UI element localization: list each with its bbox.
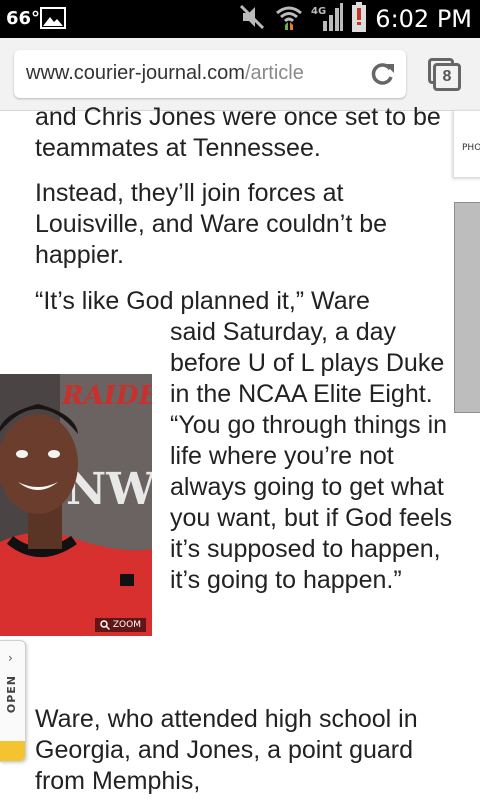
open-tab-label: OPEN	[5, 675, 18, 714]
player-photo[interactable]: RAIDE NWF ZOOM	[0, 374, 152, 636]
reload-icon[interactable]	[370, 61, 396, 87]
article-paragraph-2: Instead, they’ll join forces at Louisvil…	[35, 179, 388, 269]
backdrop-text: NWF	[66, 464, 152, 515]
open-tab-accent	[0, 741, 25, 761]
side-ad-panel[interactable]: PHO	[453, 110, 480, 178]
zoom-button[interactable]: ZOOM	[94, 618, 146, 632]
open-drawer-tab[interactable]: › OPEN	[0, 640, 26, 762]
side-ad-label: PHO	[462, 143, 480, 153]
tab-count: 8	[433, 63, 461, 91]
temperature-indicator: 66°	[6, 8, 41, 29]
wifi-icon	[275, 4, 303, 34]
zoom-label: ZOOM	[112, 620, 141, 630]
battery-icon	[351, 2, 367, 36]
article-paragraph-3-start: “It’s like God planned it,” Ware	[35, 287, 370, 315]
mute-icon	[239, 4, 267, 34]
tabs-button[interactable]: 8	[428, 58, 462, 92]
gallery-notification-icon	[40, 7, 66, 29]
address-bar[interactable]: www.courier-journal.com/article	[14, 50, 406, 98]
chevron-right-icon: ›	[8, 651, 13, 665]
article-paragraph-3-wrap: said Saturday, a day before U of L plays…	[170, 318, 453, 594]
jersey-text: RAIDE	[61, 381, 152, 411]
side-ad-block[interactable]	[454, 202, 480, 413]
browser-toolbar: www.courier-journal.com/article 8	[0, 38, 480, 111]
status-bar: 66° 4G 6:02 PM	[0, 0, 480, 38]
magnifier-icon	[100, 620, 110, 630]
article-paragraph-1: and Chris Jones were once set to be team…	[35, 103, 441, 162]
url-text[interactable]: www.courier-journal.com/article	[26, 62, 356, 88]
url-domain: www.courier-journal.com	[26, 62, 245, 84]
article-paragraph-4: Ware, who attended high school in Georgi…	[35, 705, 418, 795]
svg-text:4G: 4G	[311, 6, 326, 17]
url-path: /article	[244, 62, 304, 84]
player-photo-image: RAIDE NWF	[0, 374, 152, 636]
signal-icon: 4G	[311, 3, 344, 35]
clock: 6:02 PM	[375, 5, 472, 33]
